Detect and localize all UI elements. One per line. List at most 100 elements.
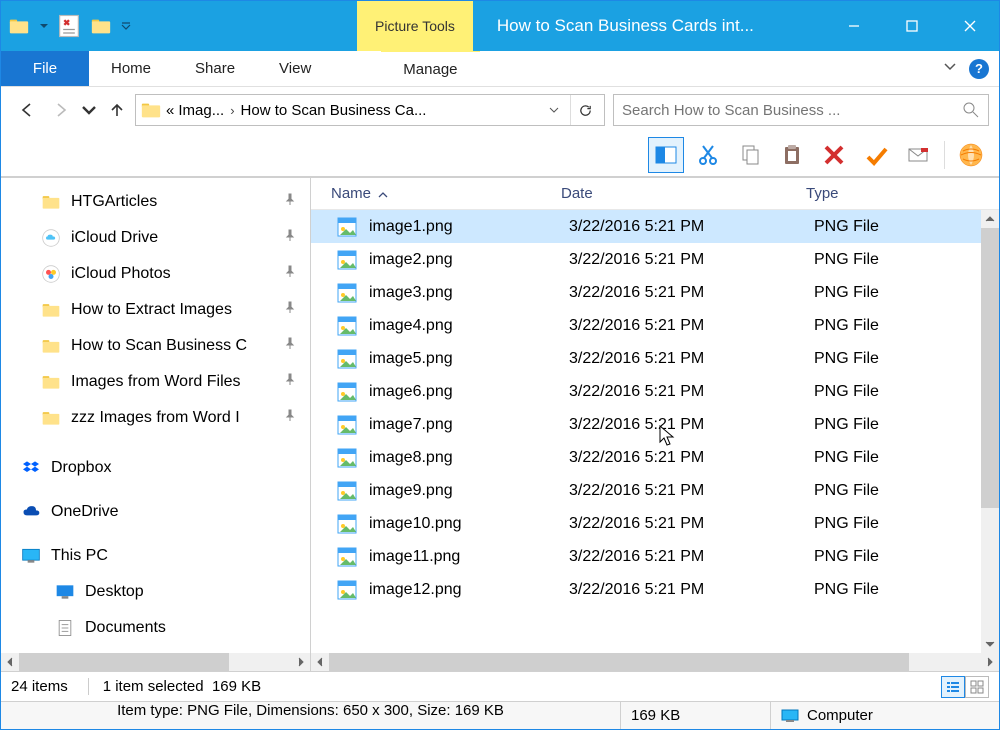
file-name: image10.png xyxy=(369,515,569,533)
maximize-button[interactable] xyxy=(883,1,941,51)
scroll-right-icon[interactable] xyxy=(981,653,999,671)
sidebar-item[interactable]: iCloud Drive xyxy=(1,220,310,256)
file-row[interactable]: image10.png3/22/2016 5:21 PMPNG File xyxy=(311,507,981,540)
sidebar-item-label: Images from Word Files xyxy=(71,373,241,391)
scrollbar-thumb[interactable] xyxy=(19,653,229,671)
sidebar-item[interactable]: iCloud Photos xyxy=(1,256,310,292)
contextual-tab-picture-tools[interactable]: Picture Tools xyxy=(357,1,473,51)
file-row[interactable]: image5.png3/22/2016 5:21 PMPNG File xyxy=(311,342,981,375)
sidebar-item-desktop[interactable]: Desktop xyxy=(1,574,310,610)
scrollbar-thumb[interactable] xyxy=(329,653,909,671)
file-name: image3.png xyxy=(369,284,569,302)
pin-icon xyxy=(283,229,296,247)
thumbnails-view-button[interactable] xyxy=(965,676,989,698)
help-icon[interactable]: ? xyxy=(969,59,989,79)
sidebar-item[interactable]: HTGArticles xyxy=(1,184,310,220)
breadcrumb-item-2[interactable]: How to Scan Business Ca... xyxy=(241,102,427,119)
back-button[interactable] xyxy=(11,94,43,126)
pin-icon xyxy=(283,265,296,283)
sidebar-horizontal-scrollbar[interactable] xyxy=(1,653,310,671)
file-row[interactable]: image11.png3/22/2016 5:21 PMPNG File xyxy=(311,540,981,573)
file-row[interactable]: image6.png3/22/2016 5:21 PMPNG File xyxy=(311,375,981,408)
column-header-type[interactable]: Type xyxy=(806,185,999,202)
paste-button[interactable] xyxy=(774,137,810,173)
qat-new-folder-icon[interactable] xyxy=(87,12,115,40)
sidebar-item-label: iCloud Photos xyxy=(71,265,171,283)
file-row[interactable]: image3.png3/22/2016 5:21 PMPNG File xyxy=(311,276,981,309)
qat-folder-icon[interactable] xyxy=(5,12,33,40)
minimize-button[interactable] xyxy=(825,1,883,51)
qat-customize-dropdown[interactable] xyxy=(119,20,133,32)
scrollbar-thumb[interactable] xyxy=(981,228,999,508)
scroll-down-icon[interactable] xyxy=(981,635,999,653)
file-row[interactable]: image2.png3/22/2016 5:21 PMPNG File xyxy=(311,243,981,276)
status-size: 169 KB xyxy=(621,702,771,729)
sidebar-item[interactable]: How to Scan Business C xyxy=(1,328,310,364)
file-row[interactable]: image9.png3/22/2016 5:21 PMPNG File xyxy=(311,474,981,507)
column-header-name[interactable]: Name xyxy=(331,185,561,202)
sidebar-item-dropbox[interactable]: Dropbox xyxy=(1,450,310,486)
rename-button[interactable] xyxy=(858,137,894,173)
address-history-dropdown[interactable] xyxy=(542,95,566,125)
breadcrumb-separator[interactable]: › xyxy=(228,103,236,118)
address-bar[interactable]: « Imag... › How to Scan Business Ca... xyxy=(135,94,605,126)
sidebar-item[interactable]: Images from Word Files xyxy=(1,364,310,400)
qat-folder-dropdown[interactable] xyxy=(37,21,51,31)
sidebar-item-documents[interactable]: Documents xyxy=(1,610,310,646)
email-button[interactable] xyxy=(900,137,936,173)
tab-manage[interactable]: Manage xyxy=(381,51,479,86)
history-dropdown[interactable] xyxy=(79,94,99,126)
tab-file[interactable]: File xyxy=(1,51,89,86)
scroll-up-icon[interactable] xyxy=(981,210,999,228)
search-box[interactable] xyxy=(613,94,989,126)
file-type: PNG File xyxy=(814,548,981,566)
icloud-drive-icon xyxy=(41,228,61,248)
file-type: PNG File xyxy=(814,383,981,401)
file-row[interactable]: image4.png3/22/2016 5:21 PMPNG File xyxy=(311,309,981,342)
horizontal-scrollbar[interactable] xyxy=(311,653,999,671)
sidebar-item-this-pc[interactable]: This PC xyxy=(1,538,310,574)
file-row[interactable]: image12.png3/22/2016 5:21 PMPNG File xyxy=(311,573,981,606)
up-button[interactable] xyxy=(101,94,133,126)
search-input[interactable] xyxy=(622,102,962,119)
delete-button[interactable] xyxy=(816,137,852,173)
close-button[interactable] xyxy=(941,1,999,51)
sidebar-item[interactable]: zzz Images from Word I xyxy=(1,400,310,436)
scroll-right-icon[interactable] xyxy=(292,653,310,671)
tab-share[interactable]: Share xyxy=(173,51,257,86)
documents-icon xyxy=(55,618,75,638)
preview-pane-button[interactable] xyxy=(648,137,684,173)
forward-button[interactable] xyxy=(45,94,77,126)
file-view: Name Date Type image1.png3/22/2016 5:21 … xyxy=(311,178,999,671)
qat-properties-icon[interactable] xyxy=(55,12,83,40)
copy-button[interactable] xyxy=(732,137,768,173)
refresh-button[interactable] xyxy=(570,95,600,125)
file-type: PNG File xyxy=(814,515,981,533)
sidebar-item[interactable]: How to Extract Images xyxy=(1,292,310,328)
image-file-icon xyxy=(337,382,357,402)
navigation-pane: HTGArticlesiCloud Drive iCloud Photos How … xyxy=(1,178,311,671)
breadcrumb-item-1[interactable]: Imag... xyxy=(178,102,224,119)
vertical-scrollbar[interactable] xyxy=(981,210,999,653)
scroll-left-icon[interactable] xyxy=(311,653,329,671)
status-selection: 1 item selected 169 KB xyxy=(88,678,261,695)
file-row[interactable]: image1.png3/22/2016 5:21 PMPNG File xyxy=(311,210,981,243)
cut-button[interactable] xyxy=(690,137,726,173)
classic-shell-button[interactable] xyxy=(953,137,989,173)
navigation-bar: « Imag... › How to Scan Business Ca... xyxy=(1,87,999,133)
sidebar-item-label: Desktop xyxy=(85,583,144,601)
ribbon-collapse-icon[interactable] xyxy=(941,57,959,80)
details-view-button[interactable] xyxy=(941,676,965,698)
image-file-icon xyxy=(337,283,357,303)
search-icon[interactable] xyxy=(962,101,980,119)
tab-view[interactable]: View xyxy=(257,51,333,86)
file-date: 3/22/2016 5:21 PM xyxy=(569,416,814,434)
file-row[interactable]: image8.png3/22/2016 5:21 PMPNG File xyxy=(311,441,981,474)
column-header-date[interactable]: Date xyxy=(561,185,806,202)
file-row[interactable]: image7.png3/22/2016 5:21 PMPNG File xyxy=(311,408,981,441)
sidebar-item-onedrive[interactable]: OneDrive xyxy=(1,494,310,530)
pin-icon xyxy=(283,373,296,391)
scroll-left-icon[interactable] xyxy=(1,653,19,671)
tab-home[interactable]: Home xyxy=(89,51,173,86)
breadcrumb-prefix[interactable]: « xyxy=(166,102,174,119)
